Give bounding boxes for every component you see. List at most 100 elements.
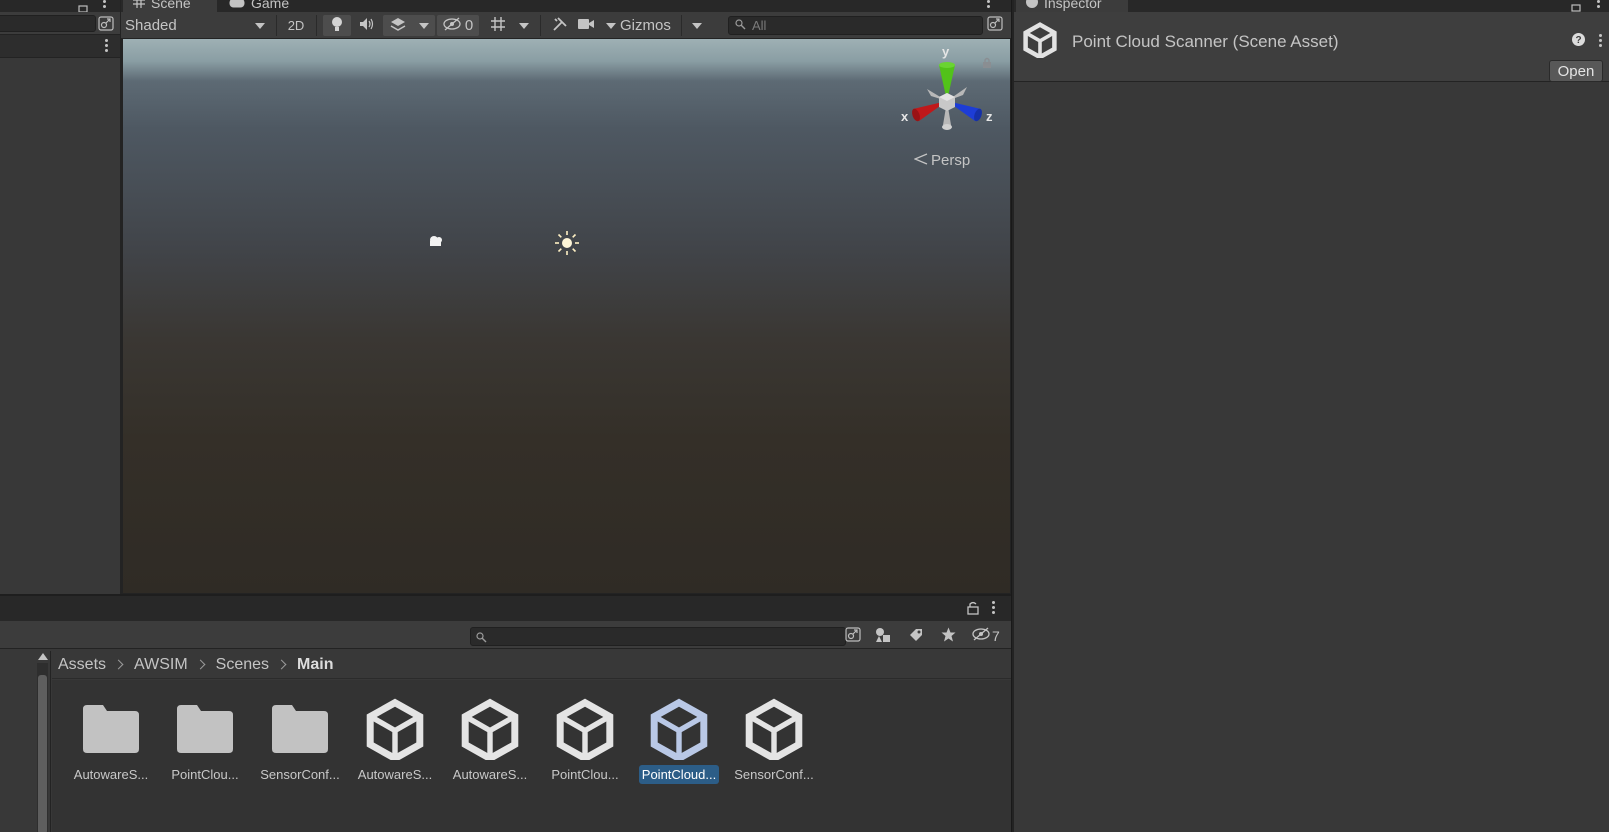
asset-item[interactable]: PointClou... [540, 694, 630, 784]
asset-item-selected[interactable]: PointCloud... [634, 694, 724, 784]
scene-toolbar: Shaded 2D 0 Gizmos All [121, 12, 1011, 39]
layers-icon [390, 17, 406, 35]
unity-scene-icon [550, 694, 620, 764]
maximize-icon[interactable] [1571, 0, 1581, 12]
gizmo-x-label: x [901, 109, 909, 124]
hidden-objects-toggle[interactable]: 0 [437, 15, 479, 36]
project-menu-icon[interactable] [990, 601, 996, 614]
perspective-icon [913, 152, 928, 169]
hidden-packages-count: 7 [992, 627, 1000, 644]
tab-scene[interactable]: Scene [123, 0, 217, 12]
info-icon [1026, 0, 1038, 11]
asset-item[interactable]: AutowareS... [66, 694, 156, 784]
tools-button[interactable] [546, 15, 574, 36]
camera-dropdown[interactable] [578, 15, 616, 36]
asset-item[interactable]: AutowareS... [445, 694, 535, 784]
inspector-title: Point Cloud Scanner (Scene Asset) [1072, 32, 1339, 51]
hidden-count: 0 [464, 17, 474, 34]
scene-viewport[interactable]: y x z Persp [123, 39, 1010, 593]
hierarchy-menu-icon[interactable] [101, 0, 107, 8]
orientation-gizmo[interactable]: y x z [897, 44, 997, 149]
wrench-icon [552, 16, 568, 36]
unity-scene-icon [455, 694, 525, 764]
tab-game[interactable]: Game [219, 0, 299, 12]
unity-scene-icon [644, 694, 714, 764]
search-options-icon[interactable] [98, 16, 114, 31]
chevron-down-icon[interactable] [418, 22, 429, 29]
help-icon[interactable]: ? [1572, 33, 1585, 49]
hierarchy-scene-header[interactable] [0, 35, 120, 58]
chevron-down-icon [692, 22, 702, 29]
scene-menu-icon[interactable] [103, 39, 109, 52]
grid-toggle[interactable] [483, 15, 535, 36]
project-search-input[interactable] [470, 627, 846, 646]
toolbar-divider [316, 15, 317, 36]
folder-icon [76, 694, 146, 764]
inspector-header: Point Cloud Scanner (Scene Asset) ? Open [1014, 12, 1609, 82]
gizmo-z-label: z [986, 109, 993, 124]
scene-panel: Scene Game Shaded 2D 0 Gizmos All y x z … [121, 0, 1011, 594]
search-icon [735, 17, 746, 34]
hierarchy-search-input[interactable] [0, 15, 96, 32]
search-options-icon[interactable] [845, 627, 861, 645]
project-toolbar: 7 [0, 621, 1011, 649]
tag-icon[interactable] [909, 628, 923, 645]
search-options-button[interactable] [985, 15, 1005, 36]
unity-logo-icon [1022, 22, 1058, 61]
chevron-down-icon [255, 22, 265, 29]
scene-tabbar: Scene Game [121, 0, 1011, 12]
chevron-right-icon [195, 659, 206, 670]
breadcrumb-item[interactable]: Scenes [216, 656, 269, 674]
lock-icon[interactable] [967, 601, 979, 618]
eye-slash-icon [443, 17, 461, 35]
project-panel: 7 Assets AWSIM Scenes Main AutowareS... … [0, 594, 1011, 832]
toolbar-divider [276, 15, 277, 36]
chevron-down-icon[interactable] [518, 22, 529, 29]
scrollbar-thumb[interactable] [38, 675, 47, 832]
camera-gizmo-icon[interactable] [427, 235, 445, 250]
asset-label: AutowareS... [357, 767, 433, 782]
hierarchy-tabbar [0, 0, 120, 13]
asset-grid: AutowareS... PointClou... SensorConf... … [52, 680, 1011, 832]
sun-light-icon[interactable] [554, 230, 580, 259]
tab-inspector[interactable]: Inspector [1016, 0, 1128, 12]
toggle-2d-button[interactable]: 2D [281, 15, 311, 36]
audio-toggle[interactable] [353, 15, 381, 36]
projection-toggle[interactable]: Persp [913, 152, 970, 169]
scene-search-placeholder: All [752, 18, 767, 33]
asset-label: PointClou... [551, 767, 619, 782]
folder-icon [170, 694, 240, 764]
asset-label: SensorConf... [260, 767, 340, 782]
gizmos-dropdown[interactable]: Gizmos [620, 15, 706, 36]
scroll-up-arrow-icon[interactable] [38, 653, 48, 660]
gizmo-y-label: y [942, 44, 950, 59]
hierarchy-panel [0, 0, 121, 594]
draw-mode-dropdown[interactable]: Shaded [125, 15, 271, 36]
gizmo-lock-icon[interactable] [982, 57, 992, 72]
scene-search-input[interactable]: All [728, 16, 983, 35]
toggle-2d-label: 2D [287, 18, 305, 33]
breadcrumb-item[interactable]: AWSIM [134, 656, 188, 674]
scene-panel-menu-icon[interactable] [985, 0, 991, 8]
star-icon[interactable] [941, 627, 956, 645]
effects-toggle[interactable] [383, 15, 435, 36]
inspector-menu-icon[interactable] [1595, 0, 1601, 8]
asset-item[interactable]: SensorConf... [255, 694, 345, 784]
speaker-icon [359, 17, 375, 35]
hidden-packages-toggle[interactable]: 7 [972, 627, 1000, 644]
asset-item[interactable]: PointClou... [160, 694, 250, 784]
asset-item[interactable]: AutowareS... [350, 694, 440, 784]
project-tabbar [0, 596, 1011, 621]
chevron-right-icon [276, 659, 287, 670]
unity-scene-icon [739, 694, 809, 764]
grid-snap-icon [490, 16, 506, 36]
asset-item[interactable]: SensorConf... [729, 694, 819, 784]
grid-icon [133, 0, 145, 11]
breadcrumb-current[interactable]: Main [297, 656, 333, 674]
breadcrumb-item[interactable]: Assets [58, 656, 106, 674]
lighting-toggle[interactable] [323, 15, 351, 36]
component-menu-icon[interactable] [1597, 34, 1603, 47]
open-button[interactable]: Open [1549, 60, 1603, 82]
asset-label: AutowareS... [452, 767, 528, 782]
filter-by-type-icon[interactable] [875, 627, 891, 646]
